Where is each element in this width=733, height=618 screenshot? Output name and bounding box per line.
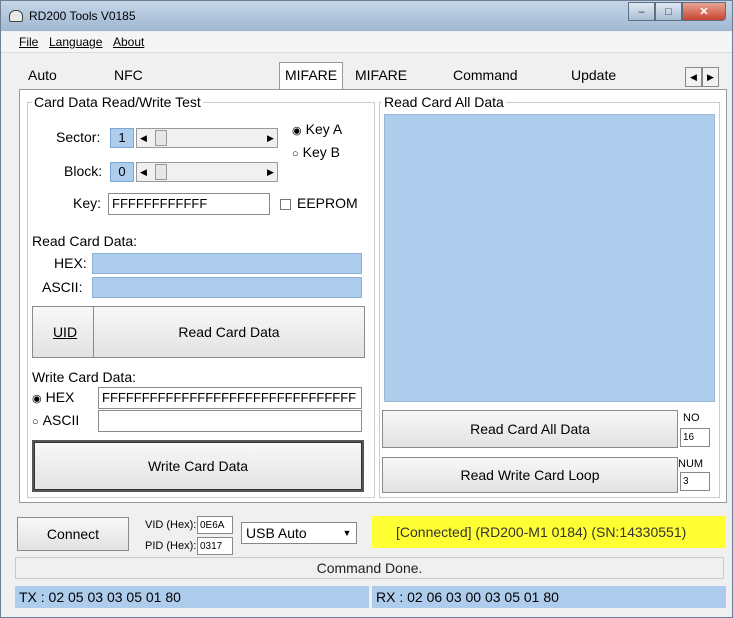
connection-mode-value: USB Auto: [246, 525, 307, 541]
eeprom-checkbox[interactable]: EEPROM: [280, 195, 358, 211]
menu-file[interactable]: File: [19, 35, 38, 49]
pid-input[interactable]: 0317: [197, 537, 233, 555]
mifare-panel: Card Data Read/Write Test Sector: 1 ◀ ▶ …: [19, 89, 727, 503]
window-title: RD200 Tools V0185: [29, 9, 136, 23]
vid-label: VID (Hex):: [145, 519, 197, 531]
sector-scrollbar[interactable]: ◀ ▶: [136, 128, 278, 148]
block-scroll-thumb[interactable]: [155, 164, 167, 180]
tab-nfc-ntag[interactable]: NFC NTAG203/Ultralight: [109, 63, 239, 107]
tab-scroll-left-button[interactable]: ◀: [685, 67, 702, 87]
tab-scroll-right-button[interactable]: ▶: [702, 67, 719, 87]
key-b-radio[interactable]: ○ Key B: [292, 144, 340, 160]
menu-language[interactable]: Language: [49, 35, 102, 49]
num-label: NUM: [678, 458, 704, 470]
key-input[interactable]: FFFFFFFFFFFF: [108, 193, 270, 215]
key-a-label: Key A: [305, 121, 343, 137]
close-button[interactable]: ✕: [682, 2, 726, 21]
no-input[interactable]: 16: [680, 428, 710, 447]
rx-status: RX : 02 06 03 00 03 05 01 80: [372, 586, 726, 608]
read-write-card-loop-button[interactable]: Read Write Card Loop: [382, 457, 678, 493]
main-window: RD200 Tools V0185 – □ ✕ File Language Ab…: [0, 0, 733, 618]
tab-command-test[interactable]: Command Test: [448, 63, 523, 107]
write-hex-input[interactable]: FFFFFFFFFFFFFFFFFFFFFFFFFFFFFFFF: [98, 387, 362, 409]
rw-test-group-title: Card Data Read/Write Test: [32, 94, 203, 110]
num-input[interactable]: 3: [680, 472, 710, 491]
tab-auto-read[interactable]: Auto Read: [23, 63, 66, 107]
connection-status: [Connected] (RD200-M1 0184) (SN:14330551…: [372, 516, 726, 548]
title-bar: RD200 Tools V0185 – □ ✕: [1, 1, 732, 31]
connection-mode-select[interactable]: USB Auto ▼: [241, 522, 357, 544]
vid-input[interactable]: 0E6A: [197, 516, 233, 534]
menu-bar: File Language About: [1, 32, 732, 53]
radio-unchecked-icon: ○: [32, 416, 39, 428]
key-a-radio[interactable]: ◉ Key A: [292, 121, 342, 137]
maximize-button[interactable]: □: [655, 2, 682, 21]
read-ascii-label: ASCII:: [42, 279, 83, 295]
command-status: Command Done.: [15, 557, 724, 579]
app-icon: [9, 10, 23, 22]
write-ascii-label: ASCII: [42, 412, 80, 428]
pid-label: PID (Hex):: [145, 540, 197, 552]
key-label: Key:: [73, 195, 102, 211]
read-hex-output: [92, 253, 362, 274]
read-card-data-title: Read Card Data:: [32, 233, 138, 249]
read-card-data-button[interactable]: Read Card Data: [93, 306, 365, 358]
write-card-data-title: Write Card Data:: [32, 369, 136, 385]
write-hex-radio[interactable]: ◉ HEX: [32, 389, 74, 405]
connect-button[interactable]: Connect: [17, 517, 129, 551]
block-scrollbar[interactable]: ◀ ▶: [136, 162, 278, 182]
radio-unchecked-icon: ○: [292, 148, 299, 160]
uid-button[interactable]: UID: [32, 306, 98, 358]
tab-mifare-key[interactable]: MIFARE key: [350, 63, 412, 107]
checkbox-icon: [280, 198, 291, 210]
sector-value: 1: [110, 128, 134, 148]
tab-update-firmware[interactable]: Update Firmware: [566, 63, 634, 107]
radio-checked-icon: ◉: [292, 125, 302, 137]
block-value: 0: [110, 162, 134, 182]
block-scroll-left-icon[interactable]: ◀: [137, 163, 150, 181]
block-scroll-right-icon[interactable]: ▶: [264, 163, 277, 181]
read-card-all-data-button[interactable]: Read Card All Data: [382, 410, 678, 448]
menu-about[interactable]: About: [113, 35, 144, 49]
key-b-label: Key B: [302, 144, 341, 160]
sector-scroll-left-icon[interactable]: ◀: [137, 129, 150, 147]
read-all-output[interactable]: [384, 114, 715, 402]
no-label: NO: [683, 412, 700, 424]
sector-label: Sector:: [56, 129, 101, 145]
read-hex-label: HEX:: [54, 255, 87, 271]
block-label: Block:: [64, 163, 103, 179]
eeprom-label: EEPROM: [297, 195, 358, 211]
minimize-button[interactable]: –: [628, 2, 655, 21]
tx-status: TX : 02 05 03 03 05 01 80: [15, 586, 369, 608]
write-ascii-input[interactable]: [98, 410, 362, 432]
write-ascii-radio[interactable]: ○ ASCII: [32, 412, 79, 428]
radio-checked-icon: ◉: [32, 393, 42, 405]
tab-mifare[interactable]: MIFARE: [279, 62, 344, 90]
read-all-group-title: Read Card All Data: [382, 94, 506, 110]
window-controls: – □ ✕: [628, 2, 726, 22]
write-hex-label: HEX: [45, 389, 75, 405]
sector-scroll-right-icon[interactable]: ▶: [264, 129, 277, 147]
chevron-down-icon[interactable]: ▼: [340, 525, 354, 541]
write-card-data-button[interactable]: Write Card Data: [32, 440, 364, 492]
read-ascii-output: [92, 277, 362, 298]
sector-scroll-thumb[interactable]: [155, 130, 167, 146]
